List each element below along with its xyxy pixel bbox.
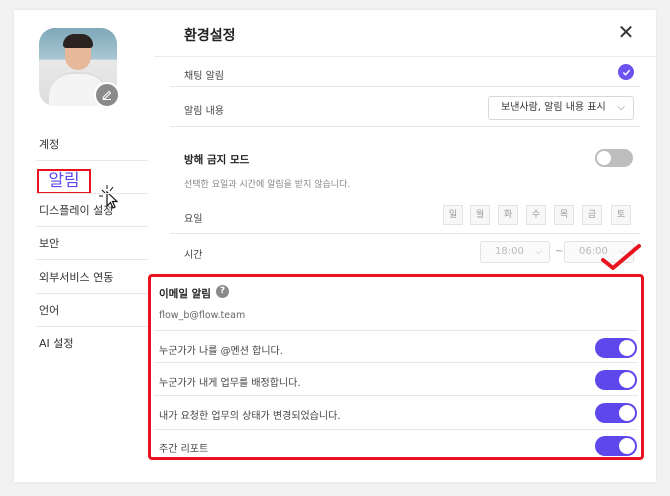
sidebar-item-language[interactable]: 언어 <box>39 304 59 318</box>
chat-alert-checkbox[interactable] <box>618 64 634 80</box>
sidebar-item-ai[interactable]: AI 설정 <box>39 337 74 351</box>
days-label: 요일 <box>184 214 203 225</box>
email-address: flow_b@flow.team <box>159 310 246 321</box>
sidebar-item-integrations[interactable]: 외부서비스 연동 <box>39 271 113 285</box>
day-sun[interactable]: 일 <box>443 205 463 225</box>
check-icon <box>601 244 641 270</box>
sidebar-item-notifications[interactable]: 알림 <box>37 169 91 194</box>
chevron-down-icon: ⌵ <box>617 102 625 113</box>
settings-modal: 계정 알림 디스플레이 설정 보안 외부서비스 연동 언어 AI 설정 환경설정… <box>14 10 656 482</box>
email-option-assign-label: 누군가가 내게 업무를 배정합니다. <box>159 378 301 389</box>
day-sat[interactable]: 토 <box>611 205 631 225</box>
email-option-mention-toggle[interactable] <box>595 338 637 358</box>
sidebar: 계정 알림 디스플레이 설정 보안 외부서비스 연동 언어 AI 설정 <box>14 10 154 482</box>
check-icon <box>622 69 630 76</box>
email-option-status-label: 내가 요청한 업무의 상태가 변경되었습니다. <box>159 411 341 422</box>
email-title: 이메일 알림 <box>159 288 211 300</box>
email-option-weekly-toggle[interactable] <box>595 436 637 456</box>
start-time-value: 18:00 <box>495 246 524 257</box>
email-option-status-toggle[interactable] <box>595 403 637 423</box>
start-time-select[interactable]: 18:00 ⌵ <box>480 241 550 263</box>
alert-content-label: 알림 내용 <box>184 106 224 117</box>
email-option-mention-label: 누군가가 나를 @멘션 합니다. <box>159 346 283 357</box>
email-alert-section <box>148 274 644 460</box>
sidebar-item-security[interactable]: 보안 <box>39 237 59 251</box>
close-icon[interactable]: ✕ <box>616 22 636 42</box>
time-separator: ~ <box>555 246 564 257</box>
page-title: 환경설정 <box>184 28 236 44</box>
day-mon[interactable]: 월 <box>470 205 490 225</box>
email-option-assign-toggle[interactable] <box>595 370 637 390</box>
chevron-down-icon: ⌵ <box>535 247 542 257</box>
help-icon[interactable]: ? <box>216 285 229 298</box>
chat-alert-label: 채팅 알림 <box>184 71 224 82</box>
email-option-weekly-label: 주간 리포트 <box>159 444 209 455</box>
dnd-toggle[interactable] <box>595 149 633 167</box>
day-tue[interactable]: 화 <box>498 205 518 225</box>
day-wed[interactable]: 수 <box>526 205 546 225</box>
sidebar-item-display[interactable]: 디스플레이 설정 <box>39 204 113 218</box>
pencil-icon <box>102 90 112 100</box>
edit-avatar-button[interactable] <box>94 82 120 108</box>
alert-content-select[interactable]: 보낸사람, 알림 내용 표시 ⌵ <box>488 96 634 120</box>
dnd-title: 방해 금지 모드 <box>184 154 250 166</box>
sidebar-item-account[interactable]: 계정 <box>39 138 59 152</box>
dnd-description: 선택한 요일과 시간에 알림을 받지 않습니다. <box>184 180 351 190</box>
alert-content-value: 보낸사람, 알림 내용 표시 <box>501 102 606 113</box>
day-fri[interactable]: 금 <box>582 205 602 225</box>
time-label: 시간 <box>184 250 203 261</box>
day-thu[interactable]: 목 <box>554 205 574 225</box>
